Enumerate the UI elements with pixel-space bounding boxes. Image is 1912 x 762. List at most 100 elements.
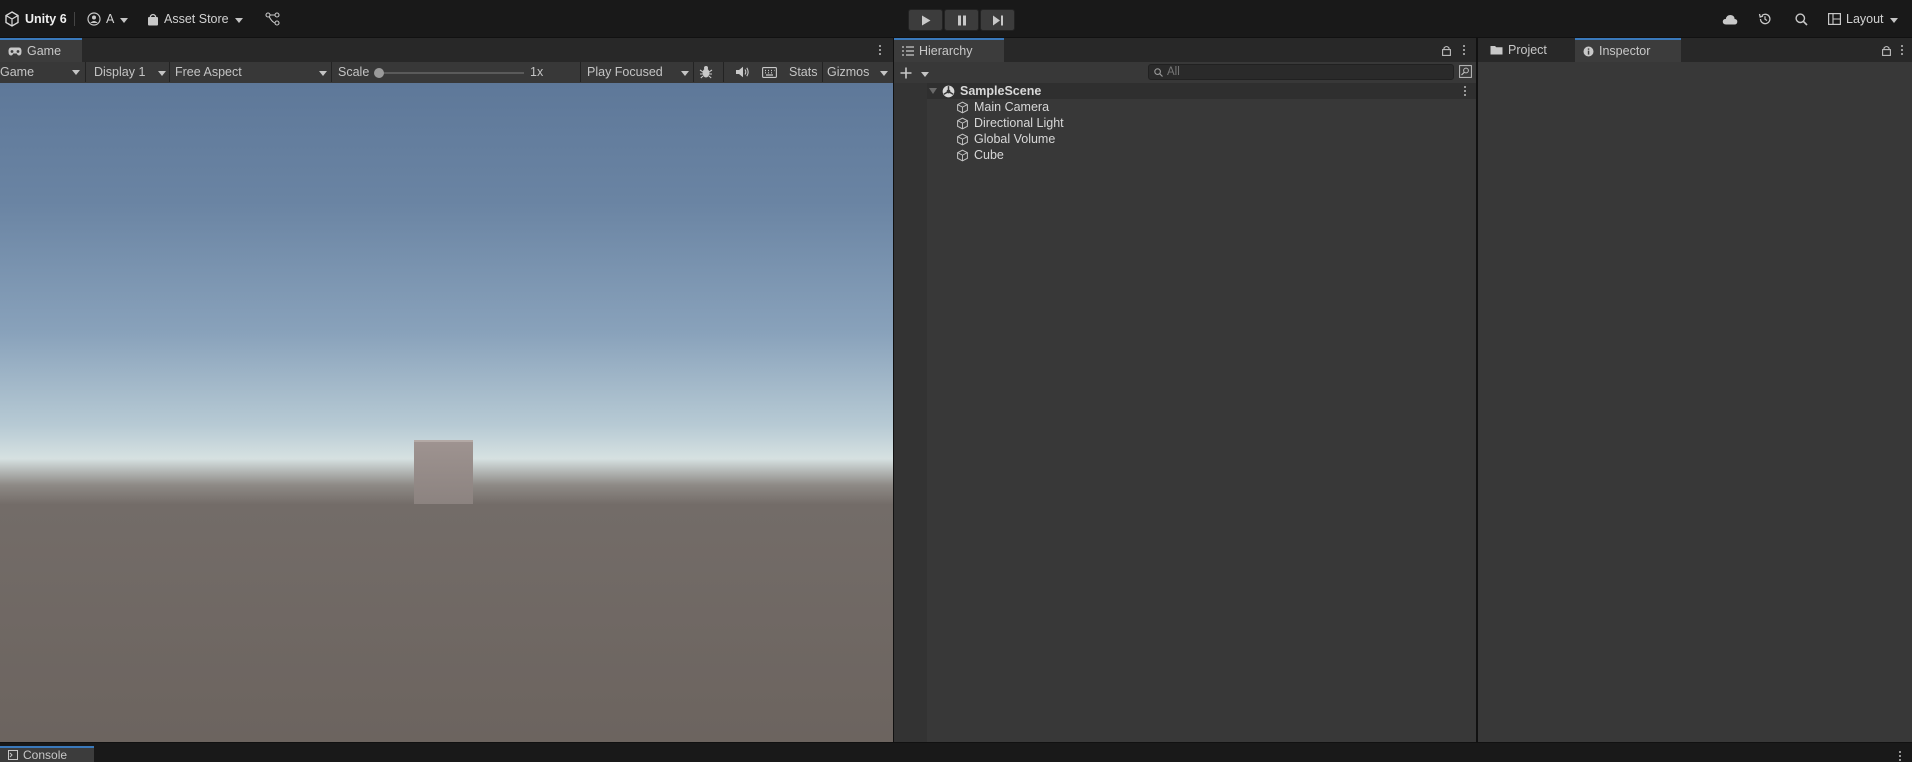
display-label: Display 1 xyxy=(94,65,146,79)
playback-controls xyxy=(908,9,1015,31)
display-dropdown[interactable]: Display 1 xyxy=(94,62,166,82)
hierarchy-item-main-camera[interactable]: Main Camera xyxy=(956,99,1049,115)
lock-icon[interactable] xyxy=(1882,45,1891,59)
gamepad-icon xyxy=(8,47,22,56)
search-scene-icon xyxy=(1459,65,1472,78)
unity-scene-icon xyxy=(942,85,955,98)
inspector-panel xyxy=(1478,62,1912,742)
search-icon xyxy=(1154,67,1163,77)
hierarchy-panel xyxy=(894,62,1476,742)
account-dropdown[interactable]: A xyxy=(87,9,128,29)
tab-hierarchy[interactable]: Hierarchy xyxy=(894,38,1004,62)
pause-button[interactable] xyxy=(944,9,979,31)
plus-icon xyxy=(900,67,912,79)
game-tabbar: Game xyxy=(0,38,893,62)
hierarchy-search-input[interactable]: All xyxy=(1148,64,1454,80)
cloud-button[interactable] xyxy=(1722,9,1738,29)
tab-console[interactable]: Console xyxy=(0,746,94,762)
create-dropdown[interactable] xyxy=(900,66,929,80)
scene-name: SampleScene xyxy=(960,84,1042,98)
hierarchy-item-directional-light[interactable]: Directional Light xyxy=(956,115,1064,131)
stats-button[interactable]: Stats xyxy=(789,62,818,82)
user-icon xyxy=(87,12,101,26)
layout-dropdown[interactable]: Layout xyxy=(1828,9,1898,29)
tab-game-label: Game xyxy=(27,44,62,58)
inspector-menu-icon[interactable] xyxy=(1901,45,1904,55)
tab-inspector[interactable]: Inspector xyxy=(1575,38,1681,62)
hierarchy-menu-icon[interactable] xyxy=(1463,45,1466,55)
toolbar-divider xyxy=(693,62,694,82)
aspect-dropdown[interactable]: Free Aspect xyxy=(175,62,327,82)
tab-inspector-label: Inspector xyxy=(1599,44,1651,58)
hierarchy-item-label: Directional Light xyxy=(974,116,1064,130)
game-panel-menu-icon[interactable] xyxy=(879,45,882,55)
lock-icon[interactable] xyxy=(1442,45,1451,59)
chevron-down-icon xyxy=(675,65,689,79)
scene-menu-icon[interactable] xyxy=(1464,86,1467,96)
gizmos-button[interactable]: Gizmos xyxy=(827,62,869,82)
hierarchy-item-cube[interactable]: Cube xyxy=(956,147,1004,163)
folder-icon xyxy=(1490,45,1503,55)
scene-row[interactable]: SampleScene xyxy=(929,83,1041,99)
account-label: A xyxy=(106,12,128,26)
game-mode-dropdown[interactable]: Game xyxy=(0,62,80,82)
search-button[interactable] xyxy=(1795,9,1808,29)
play-mode-dropdown[interactable]: Play Focused xyxy=(587,62,689,82)
step-icon xyxy=(992,15,1004,26)
hierarchy-item-label: Global Volume xyxy=(974,132,1056,146)
play-mode-label: Play Focused xyxy=(587,65,663,79)
list-icon xyxy=(902,46,914,56)
hierarchy-item-global-volume[interactable]: Global Volume xyxy=(956,131,1055,147)
scene-visibility-button[interactable] xyxy=(1459,65,1472,78)
gameobject-cube-icon xyxy=(956,149,969,162)
version-control-button[interactable] xyxy=(265,9,280,29)
shopping-bag-icon xyxy=(147,13,159,26)
main-toolbar: Unity 6 A Asset Store Layout xyxy=(0,0,1912,38)
console-menu-icon[interactable] xyxy=(1899,751,1902,761)
unity-logo-icon xyxy=(4,11,20,27)
step-button[interactable] xyxy=(980,9,1015,31)
hierarchy-tabbar: Hierarchy xyxy=(894,38,1476,62)
toolbar-divider xyxy=(74,12,75,26)
gizmos-dropdown[interactable] xyxy=(874,62,888,82)
game-viewport[interactable] xyxy=(0,83,893,742)
gameobject-cube-icon xyxy=(956,101,969,114)
search-placeholder: All xyxy=(1167,66,1180,78)
search-icon xyxy=(1795,12,1808,26)
play-icon xyxy=(921,15,931,26)
unity-account-menu[interactable]: Unity 6 xyxy=(4,9,67,29)
hierarchy-item-label: Cube xyxy=(974,148,1004,162)
hierarchy-gutter xyxy=(894,83,927,742)
toolbar-divider xyxy=(331,62,332,82)
foldout-arrow-icon[interactable] xyxy=(929,88,937,94)
tab-console-label: Console xyxy=(23,748,68,762)
pause-icon xyxy=(957,15,967,26)
scale-slider-thumb[interactable] xyxy=(374,68,384,78)
info-icon xyxy=(1583,46,1594,57)
frame-debugger-button[interactable] xyxy=(697,62,715,82)
chevron-down-icon xyxy=(313,65,327,79)
keyboard-icon xyxy=(762,66,777,78)
undo-history-button[interactable] xyxy=(1758,9,1772,29)
speaker-icon xyxy=(735,66,749,78)
shortcuts-button[interactable] xyxy=(762,62,777,82)
tab-project[interactable]: Project xyxy=(1482,38,1572,62)
play-button[interactable] xyxy=(908,9,943,31)
layout-icon xyxy=(1828,13,1841,25)
console-tabbar: Console xyxy=(0,742,1912,762)
tab-project-label: Project xyxy=(1508,43,1547,57)
tab-hierarchy-label: Hierarchy xyxy=(919,44,973,58)
aspect-label: Free Aspect xyxy=(175,65,242,79)
chevron-down-icon xyxy=(915,66,929,80)
asset-store-dropdown[interactable]: Asset Store xyxy=(147,9,243,29)
scale-slider-track[interactable] xyxy=(374,68,524,78)
hierarchy-toolbar: All xyxy=(894,62,1476,84)
mute-audio-button[interactable] xyxy=(735,62,749,82)
scale-value: 1x xyxy=(530,65,544,79)
tab-game[interactable]: Game xyxy=(0,38,82,62)
app-title: Unity 6 xyxy=(25,12,67,26)
toolbar-divider xyxy=(723,62,724,82)
chevron-down-icon xyxy=(152,65,166,79)
gameobject-cube-icon xyxy=(956,133,969,146)
asset-store-label: Asset Store xyxy=(164,12,243,26)
